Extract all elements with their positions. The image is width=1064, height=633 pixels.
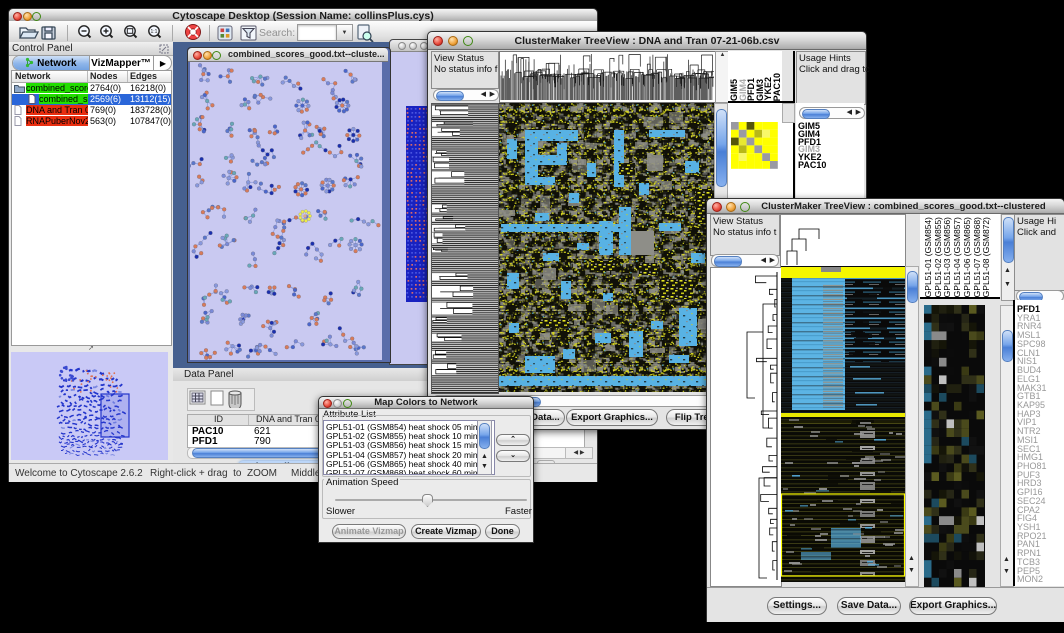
svg-text:1:1: 1:1 xyxy=(151,29,158,35)
svg-text:Search:: Search: xyxy=(259,27,295,39)
